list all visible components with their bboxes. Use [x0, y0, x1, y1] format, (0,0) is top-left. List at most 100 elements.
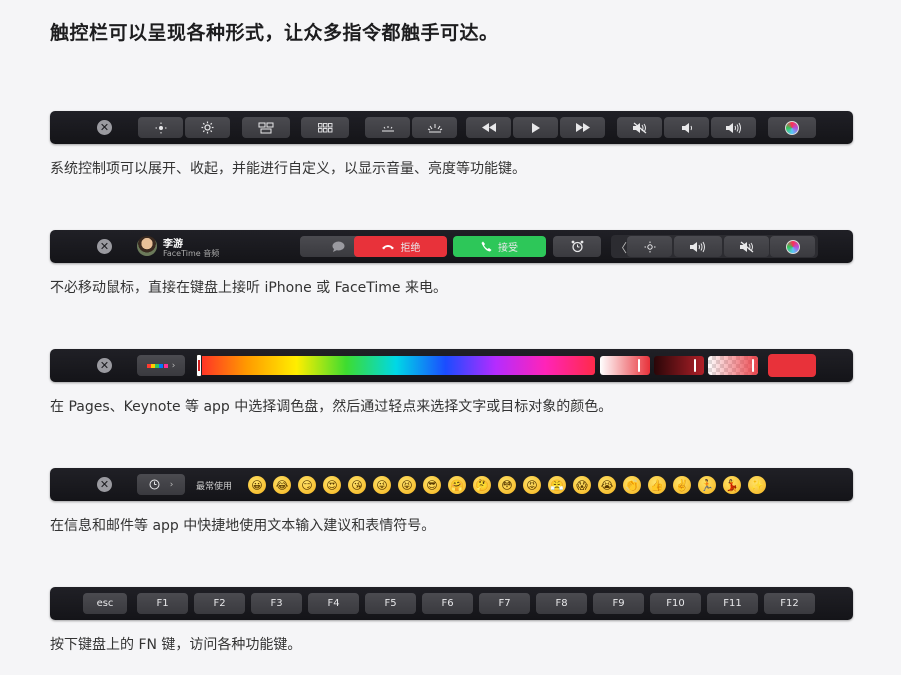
- emoji-button[interactable]: 🏃: [698, 476, 716, 494]
- emoji-button[interactable]: 😍: [323, 476, 341, 494]
- keyboard-light-high-icon: [427, 123, 442, 132]
- brightness-down-button[interactable]: [138, 117, 183, 138]
- fn-key-f7[interactable]: F7: [479, 593, 530, 614]
- emoji-button[interactable]: 😭: [598, 476, 616, 494]
- fn-key-f6[interactable]: F6: [422, 593, 473, 614]
- fn-key-f1[interactable]: F1: [137, 593, 188, 614]
- close-icon[interactable]: ✕: [97, 477, 112, 492]
- mission-control-button[interactable]: [242, 117, 290, 138]
- shade-slider-handle[interactable]: [694, 359, 696, 372]
- caption-function-keys: 按下键盘上的 FN 键，访问各种功能键。: [50, 637, 302, 653]
- emoji-button[interactable]: 🤔: [473, 476, 491, 494]
- shade-slider[interactable]: [654, 356, 704, 375]
- tint-slider-handle[interactable]: [638, 359, 640, 372]
- fn-key-f9[interactable]: F9: [593, 593, 644, 614]
- play-pause-button[interactable]: [513, 117, 558, 138]
- mute-icon: [739, 241, 753, 252]
- emoji-button[interactable]: 😜: [373, 476, 391, 494]
- caller-subtitle: FaceTime 音频: [163, 249, 220, 258]
- mute-icon: [632, 122, 646, 133]
- fn-key-f11[interactable]: F11: [707, 593, 758, 614]
- fn-key-f12[interactable]: F12: [764, 593, 815, 614]
- rewind-button[interactable]: [466, 117, 511, 138]
- siri-icon: [785, 239, 800, 254]
- keyboard-backlight-up-button[interactable]: [412, 117, 457, 138]
- fn-key-f5[interactable]: F5: [365, 593, 416, 614]
- siri-button[interactable]: [768, 117, 816, 138]
- selected-color-swatch[interactable]: [768, 354, 816, 377]
- volume-up-icon: [690, 241, 705, 252]
- alarm-clock-icon: [571, 240, 583, 253]
- brightness-button[interactable]: [627, 236, 672, 257]
- emoji-button[interactable]: 😏: [298, 476, 316, 494]
- tint-slider[interactable]: [600, 356, 650, 375]
- phone-icon: [481, 241, 492, 252]
- emoji-button[interactable]: 👏: [623, 476, 641, 494]
- volume-down-button[interactable]: [664, 117, 709, 138]
- accept-label: 接受: [498, 243, 518, 254]
- play-icon: [532, 122, 540, 133]
- launchpad-button[interactable]: [301, 117, 349, 138]
- color-swatches-icon: [146, 363, 168, 368]
- brightness-up-button[interactable]: [185, 117, 230, 138]
- message-bubble-icon: [332, 241, 344, 252]
- emoji-button[interactable]: 💃: [723, 476, 741, 494]
- fn-key-f2[interactable]: F2: [194, 593, 245, 614]
- mute-button[interactable]: [617, 117, 662, 138]
- opacity-slider-handle[interactable]: [752, 359, 754, 372]
- touch-bar-system-controls: ✕: [50, 111, 853, 144]
- volume-up-icon: [725, 122, 741, 133]
- chevron-right-icon: ›: [171, 360, 176, 371]
- siri-button[interactable]: [770, 236, 815, 257]
- fast-forward-icon: [575, 123, 590, 132]
- hue-slider-handle[interactable]: [196, 354, 202, 377]
- touch-bar-emoji: ✕ › 最常使用 😀 😂 😏 😍 😘 😜 😝 😎 🤗 🤔 😳 😡 😤 😱 😭 👏 👍 ✌️ 🏃 💃 ✨: [50, 468, 853, 501]
- emoji-button[interactable]: ✨: [748, 476, 766, 494]
- opacity-slider[interactable]: [708, 356, 758, 375]
- fn-key-f10[interactable]: F10: [650, 593, 701, 614]
- close-icon[interactable]: ✕: [97, 239, 112, 254]
- emoji-button[interactable]: 😀: [248, 476, 266, 494]
- touch-bar-incoming-call: ✕ 李游 FaceTime 音频 拒绝 接受 〈: [50, 230, 853, 263]
- emoji-button[interactable]: 🤗: [448, 476, 466, 494]
- fn-key-esc[interactable]: esc: [83, 593, 127, 614]
- emoji-button[interactable]: 😎: [423, 476, 441, 494]
- fn-key-f4[interactable]: F4: [308, 593, 359, 614]
- emoji-button[interactable]: 😱: [573, 476, 591, 494]
- avatar: [137, 236, 157, 256]
- caption-emoji: 在信息和邮件等 app 中快捷地使用文本输入建议和表情符号。: [50, 518, 436, 534]
- fn-key-f3[interactable]: F3: [251, 593, 302, 614]
- fn-key-f8[interactable]: F8: [536, 593, 587, 614]
- emoji-button[interactable]: 😤: [548, 476, 566, 494]
- mission-control-icon: [258, 122, 274, 133]
- emoji-button[interactable]: 👍: [648, 476, 666, 494]
- emoji-button[interactable]: 😘: [348, 476, 366, 494]
- chevron-right-icon: ›: [169, 479, 174, 490]
- decline-button[interactable]: 拒绝: [354, 236, 447, 257]
- keyboard-backlight-down-button[interactable]: [365, 117, 410, 138]
- page-title: 触控栏可以呈现各种形式，让众多指令都触手可达。: [50, 22, 499, 44]
- brightness-low-icon: [155, 122, 166, 133]
- siri-icon: [785, 120, 799, 135]
- volume-up-button[interactable]: [711, 117, 756, 138]
- emoji-button[interactable]: 😝: [398, 476, 416, 494]
- fast-forward-button[interactable]: [560, 117, 605, 138]
- close-icon[interactable]: ✕: [97, 120, 112, 135]
- emoji-section-label: 最常使用: [196, 482, 233, 492]
- mute-button[interactable]: [724, 236, 769, 257]
- emoji-button[interactable]: 😳: [498, 476, 516, 494]
- caption-incoming-call: 不必移动鼠标，直接在键盘上接听 iPhone 或 FaceTime 来电。: [50, 280, 447, 296]
- brightness-icon: [644, 241, 655, 252]
- expand-chevron-icon[interactable]: 〈: [615, 239, 627, 256]
- emoji-button[interactable]: 😂: [273, 476, 291, 494]
- emoji-button[interactable]: 😡: [523, 476, 541, 494]
- touch-bar-function-keys: esc F1 F2 F3 F4 F5 F6 F7 F8 F9 F10 F11 F12: [50, 587, 853, 620]
- hue-spectrum-slider[interactable]: [197, 356, 595, 375]
- alarm-button[interactable]: [553, 236, 601, 257]
- accept-button[interactable]: 接受: [453, 236, 546, 257]
- recent-emoji-category-button[interactable]: ›: [137, 474, 185, 495]
- color-palette-toggle-button[interactable]: ›: [137, 355, 185, 376]
- emoji-button[interactable]: ✌️: [673, 476, 691, 494]
- volume-button[interactable]: [674, 236, 722, 257]
- close-icon[interactable]: ✕: [97, 358, 112, 373]
